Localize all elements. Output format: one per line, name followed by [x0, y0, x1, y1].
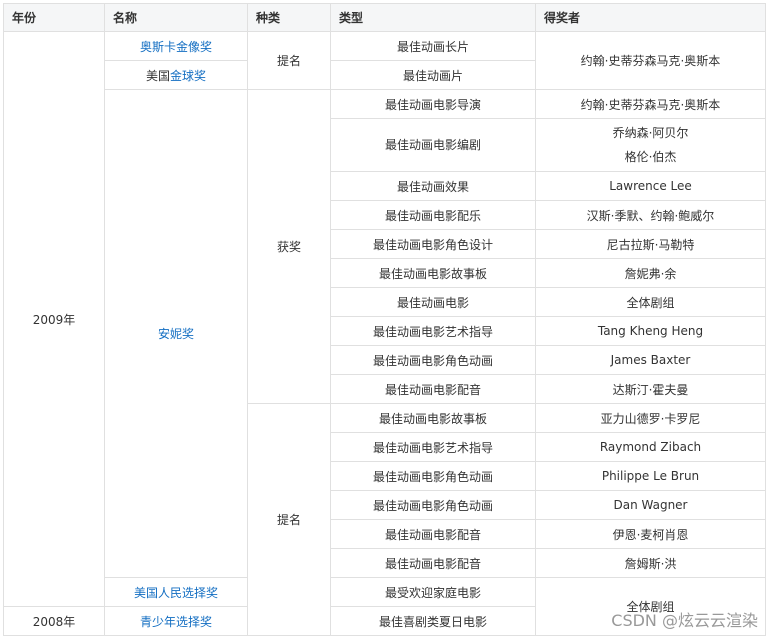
csdn-watermark: CSDN @炫云云渲染 [611, 611, 758, 630]
winner-cell: 约翰·史蒂芬森马克·奥斯本 [535, 31, 766, 90]
year-cell-2008: 2008年 [3, 606, 105, 636]
type-cell: 最佳动画效果 [330, 171, 536, 201]
winner-cell: 汉斯·季默、约翰·鲍威尔 [535, 200, 766, 230]
award-link-annie[interactable]: 安妮奖 [104, 89, 248, 578]
year-cell-2009: 2009年 [3, 31, 105, 607]
type-cell: 最佳动画电影配乐 [330, 200, 536, 230]
type-cell: 最佳动画电影导演 [330, 89, 536, 119]
table-row: 2009年 奥斯卡金像奖 提名 最佳动画长片 约翰·史蒂芬森马克·奥斯本 [3, 31, 766, 607]
winner-cell: 约翰·史蒂芬森马克·奥斯本 [535, 89, 766, 119]
type-cell: 最佳动画电影角色设计 [330, 229, 536, 259]
winner-cell: Tang Kheng Heng [535, 316, 766, 346]
winner-line: 格伦·伯杰 [624, 150, 677, 164]
winner-cell: Philippe Le Brun [535, 461, 766, 491]
winner-cell: Dan Wagner [535, 490, 766, 520]
award-link-oscar[interactable]: 奥斯卡金像奖 [104, 31, 248, 61]
type-cell: 最佳动画电影角色动画 [330, 490, 536, 520]
award-cell-golden-globe: 美国金球奖 [104, 60, 248, 90]
winner-cell: 达斯汀·霍夫曼 [535, 374, 766, 404]
type-cell: 最佳动画电影编剧 [330, 118, 536, 172]
type-cell: 最佳动画片 [330, 60, 536, 90]
award-link-peoples-choice[interactable]: 美国人民选择奖 [104, 577, 248, 607]
type-cell: 最佳动画电影配音 [330, 519, 536, 549]
type-cell: 最受欢迎家庭电影 [330, 577, 536, 607]
type-cell: 最佳喜剧类夏日电影 [330, 606, 536, 636]
type-cell: 最佳动画电影艺术指导 [330, 432, 536, 462]
winner-cell: 乔纳森·阿贝尔 格伦·伯杰 [535, 118, 766, 172]
type-cell: 最佳动画电影角色动画 [330, 461, 536, 491]
winner-cell: 詹姆斯·洪 [535, 548, 766, 578]
winner-cell: 伊恩·麦柯肖恩 [535, 519, 766, 549]
winner-cell: 亚力山德罗·卡罗尼 [535, 403, 766, 433]
winner-cell: 詹妮弗·余 [535, 258, 766, 288]
type-cell: 最佳动画电影配音 [330, 374, 536, 404]
type-cell: 最佳动画电影故事板 [330, 258, 536, 288]
winner-cell: Lawrence Lee [535, 171, 766, 201]
type-cell: 最佳动画电影配音 [330, 548, 536, 578]
table-row: 美国人民选择奖 最受欢迎家庭电影 全体剧组 [4, 577, 766, 636]
header-type: 类型 [330, 3, 536, 32]
winner-line: 乔纳森·阿贝尔 [612, 126, 689, 140]
type-cell: 最佳动画电影角色动画 [330, 345, 536, 375]
header-name: 名称 [104, 3, 248, 32]
type-cell: 最佳动画电影故事板 [330, 403, 536, 433]
type-cell: 最佳动画长片 [330, 31, 536, 61]
kind-cell-nominated: 提名 [247, 31, 331, 90]
kind-cell-won: 获奖 [247, 89, 331, 404]
table-row: 安妮奖 获奖 最佳动画电影导演 约翰·史蒂芬森马克·奥斯本 [4, 89, 766, 578]
award-link-golden-globe[interactable]: 金球奖 [170, 69, 206, 83]
header-kind: 种类 [247, 3, 331, 32]
header-winner: 得奖者 [535, 3, 766, 32]
winner-cell: 全体剧组 [535, 287, 766, 317]
award-link-teen-choice[interactable]: 青少年选择奖 [104, 606, 248, 636]
winner-cell: 尼古拉斯·马勒特 [535, 229, 766, 259]
awards-table: 年份 名称 种类 类型 得奖者 2009年 奥斯卡金像奖 提名 最佳动画长片 约… [3, 3, 766, 636]
type-cell: 最佳动画电影 [330, 287, 536, 317]
winner-cell: Raymond Zibach [535, 432, 766, 462]
header-year: 年份 [3, 3, 105, 32]
winner-cell: James Baxter [535, 345, 766, 375]
kind-cell-nominated: 提名 [247, 403, 331, 636]
table-header-row: 年份 名称 种类 类型 得奖者 [3, 3, 766, 32]
type-cell: 最佳动画电影艺术指导 [330, 316, 536, 346]
